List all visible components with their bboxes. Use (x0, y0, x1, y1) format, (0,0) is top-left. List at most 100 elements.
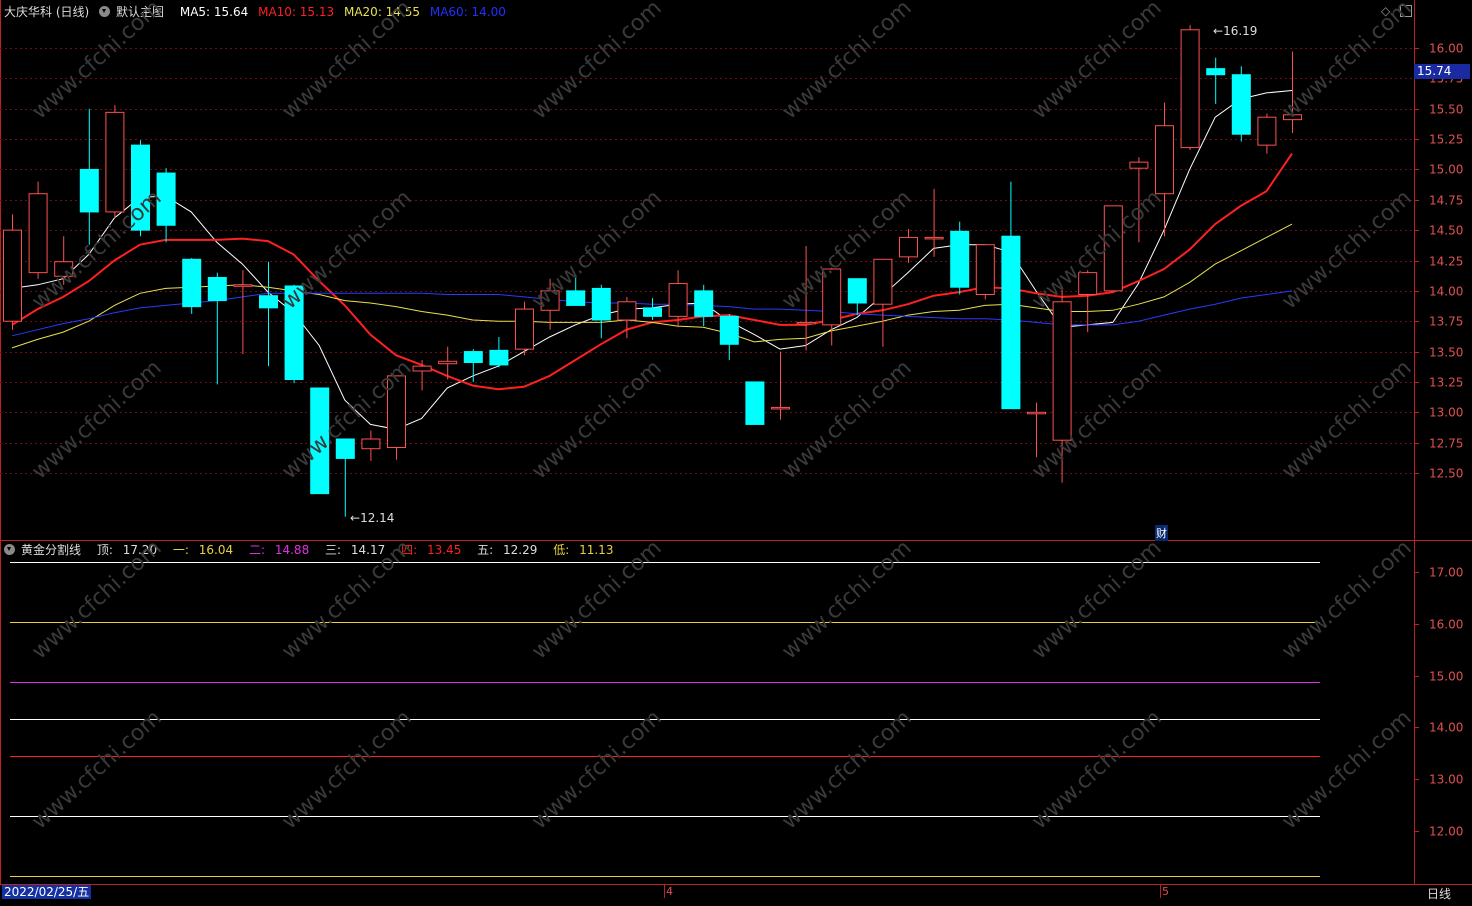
candle-body-up (28, 193, 48, 274)
candle-body-down (719, 315, 739, 345)
candle-body-down (1206, 68, 1226, 76)
period-label[interactable]: 日线 (1427, 885, 1451, 902)
candle-body-up (1180, 29, 1200, 149)
watermark: www.cfchi.com (277, 0, 416, 124)
price-tick-label: 13.25 (1429, 376, 1463, 390)
candle-body-up (515, 308, 534, 350)
candle-body-up (438, 360, 458, 365)
candle-body-up (105, 111, 125, 213)
candle[interactable] (1001, 181, 1021, 410)
watermark: www.cfchi.com (527, 0, 666, 124)
candle[interactable] (515, 301, 534, 356)
candle[interactable] (182, 258, 202, 314)
price-tick-label: 14.75 (1429, 194, 1463, 208)
candle-body-down (591, 287, 611, 321)
candle[interactable] (950, 221, 970, 295)
price-tick-label: 13.00 (1429, 406, 1463, 420)
date-indicator: 2022/02/25/五 (2, 885, 92, 899)
candle-body-down (566, 290, 586, 306)
watermark: www.cfchi.com (27, 536, 166, 665)
candle[interactable] (361, 430, 381, 461)
price-tick-label: 14.50 (1429, 224, 1463, 238)
candle[interactable] (3, 214, 22, 330)
candle[interactable] (463, 349, 483, 382)
candle[interactable] (28, 181, 48, 279)
golden-tick-label: 14.00 (1429, 721, 1463, 735)
high-price-value: 16.19 (1223, 24, 1258, 38)
golden-tick-label: 15.00 (1429, 670, 1463, 684)
watermark: www.cfchi.com (527, 356, 666, 485)
candle[interactable] (1257, 113, 1277, 154)
candle[interactable] (924, 188, 944, 257)
candle[interactable] (745, 381, 765, 425)
candle[interactable] (1206, 57, 1226, 104)
candle-body-down (694, 290, 714, 317)
finance-badge[interactable]: 财 (1155, 525, 1168, 541)
candle[interactable] (975, 244, 995, 300)
candle[interactable] (335, 438, 355, 517)
watermark: www.cfchi.com (1027, 706, 1166, 835)
candle-body-up (233, 284, 253, 287)
candle[interactable] (873, 258, 893, 347)
candle[interactable] (1027, 402, 1046, 458)
candle-body-up (771, 406, 790, 410)
watermark: www.cfchi.com (1027, 0, 1166, 124)
current-price-tag: 15.74 (1414, 64, 1470, 79)
candle-body-up (975, 244, 995, 295)
candle[interactable] (259, 261, 278, 367)
price-tick-label: 16.00 (1429, 42, 1463, 56)
watermark: www.cfchi.com (1027, 536, 1166, 665)
candle[interactable] (643, 298, 662, 320)
price-tick-label: 14.25 (1429, 255, 1463, 269)
candle[interactable] (899, 228, 918, 263)
candle[interactable] (105, 105, 125, 218)
candle[interactable] (412, 360, 432, 391)
candle[interactable] (694, 284, 714, 327)
candle-body-down (1231, 74, 1251, 135)
price-tick-label: 12.50 (1429, 467, 1463, 481)
candle-body-up (361, 438, 381, 450)
candle-body-up (617, 301, 637, 321)
candle[interactable] (207, 272, 227, 385)
candle-body-down (950, 230, 970, 288)
candle[interactable] (719, 313, 739, 361)
candle-body-up (1129, 161, 1149, 169)
candle-body-up (3, 229, 22, 322)
candle-body-down (463, 351, 483, 364)
candle-body-up (412, 365, 432, 372)
price-tick-label: 15.25 (1429, 133, 1463, 147)
candle-body-up (1052, 301, 1072, 441)
candle-body-up (899, 236, 918, 258)
candle-body-down (259, 295, 278, 309)
candle[interactable] (489, 337, 509, 368)
candle[interactable] (79, 108, 99, 245)
candle[interactable] (1155, 102, 1174, 237)
golden-tick-label: 12.00 (1429, 825, 1463, 839)
golden-tick-label: 17.00 (1429, 566, 1463, 580)
watermark: www.cfchi.com (1277, 706, 1416, 835)
low-price-marker: ←12.14 (350, 511, 395, 525)
watermark: www.cfchi.com (1277, 0, 1416, 124)
watermark: www.cfchi.com (777, 706, 916, 835)
candle[interactable] (1231, 66, 1251, 142)
stock-chart[interactable]: 16.0015.7515.5015.2515.0014.7514.5014.25… (0, 0, 1472, 906)
golden-tick-label: 16.00 (1429, 618, 1463, 632)
candle-body-down (79, 168, 99, 213)
watermark: www.cfchi.com (1277, 536, 1416, 665)
candle-body-down (847, 278, 867, 304)
price-tick-label: 14.00 (1429, 285, 1463, 299)
candle[interactable] (847, 278, 867, 316)
price-tick-label: 12.75 (1429, 437, 1463, 451)
watermark: www.cfchi.com (777, 356, 916, 485)
candle[interactable] (1180, 24, 1200, 150)
candle[interactable] (438, 346, 458, 380)
watermark: www.cfchi.com (277, 186, 416, 315)
candle[interactable] (771, 351, 790, 420)
watermark: www.cfchi.com (1277, 356, 1416, 485)
low-price-value: 12.14 (360, 511, 395, 525)
candle[interactable] (591, 284, 611, 339)
candle[interactable] (233, 270, 253, 354)
price-tick-label: 13.75 (1429, 315, 1463, 329)
candle-body-up (1155, 125, 1174, 195)
candle-body-up (924, 236, 944, 240)
